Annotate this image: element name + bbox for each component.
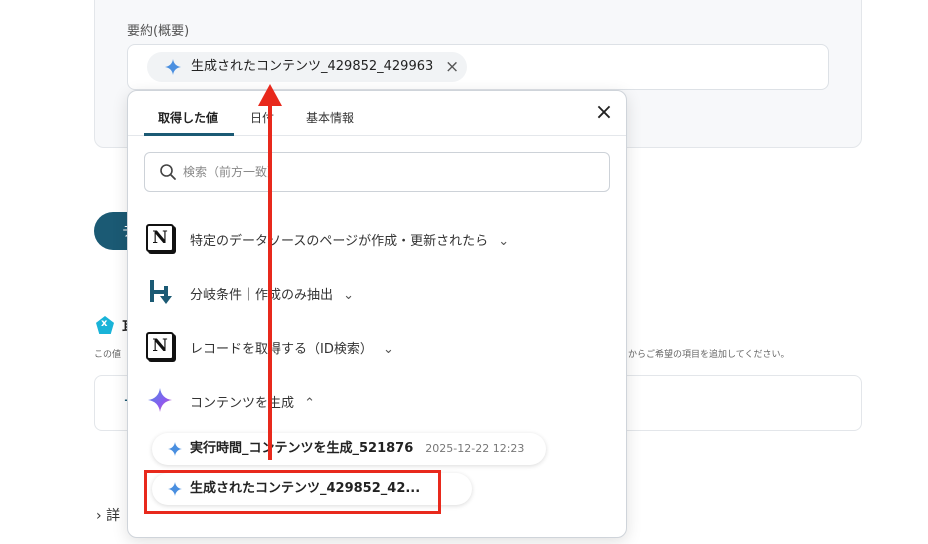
detail-label: 詳 [106, 508, 121, 524]
notion-icon: N [146, 224, 174, 252]
summary-value-chip[interactable]: 生成されたコンテンツ_429852_429963 × [147, 52, 468, 82]
chevron-down-icon: ⌄ [343, 288, 355, 303]
annotation-arrow-shaft [268, 104, 272, 460]
search-input[interactable] [183, 161, 583, 183]
branch-icon [150, 280, 172, 304]
output-timestamp: 2025-12-22 12:23 [425, 442, 525, 455]
annotation-highlight-box [144, 470, 441, 514]
notion-icon: N [146, 332, 174, 360]
summary-chip-label: 生成されたコンテンツ_429852_429963 [191, 59, 434, 74]
sparkle-icon [165, 59, 181, 75]
remove-chip-icon[interactable]: × [445, 52, 459, 82]
popup-tabs: 取得した値 日付 基本情報 × [128, 91, 626, 136]
node-label: 特定のデータソースのページが作成・更新されたら ⌄ [190, 234, 510, 249]
annotation-arrow-head [258, 84, 282, 106]
page: 要約(概要) 生成されたコンテンツ_429852_429963 × テ x 耳 … [0, 0, 928, 544]
app-x-icon: x [96, 316, 114, 334]
chevron-up-icon: ⌃ [304, 396, 316, 411]
tab-acquired-values[interactable]: 取得した値 [158, 109, 218, 126]
search-icon [160, 164, 176, 180]
output-name: 実行時間_コンテンツを生成_521876 [190, 441, 414, 456]
node-label: 分岐条件｜作成のみ抽出 ⌄ [190, 288, 355, 303]
detail-toggle[interactable]: › 詳 [96, 505, 120, 525]
output-chip-exec-time[interactable]: 実行時間_コンテンツを生成_521876 2025-12-22 12:23 [152, 433, 547, 465]
chevron-right-icon: › [96, 508, 102, 524]
chevron-down-icon: ⌄ [498, 234, 510, 249]
sparkle-icon [168, 442, 182, 456]
chevron-down-icon: ⌄ [383, 342, 394, 357]
summary-field-label: 要約(概要) [127, 24, 190, 39]
node-label: コンテンツを生成 ⌃ [190, 396, 316, 411]
help-text-right: からご希望の項目を追加してください。 [628, 350, 790, 360]
close-icon[interactable]: × [592, 101, 616, 125]
active-tab-indicator [144, 133, 234, 136]
help-text-left: この値 [94, 350, 122, 360]
search-box[interactable] [144, 152, 610, 192]
tab-basic-info[interactable]: 基本情報 [306, 109, 354, 126]
ai-sparkle-icon [148, 388, 172, 412]
node-label: レコードを取得する（ID検索） ⌄ [190, 342, 394, 357]
